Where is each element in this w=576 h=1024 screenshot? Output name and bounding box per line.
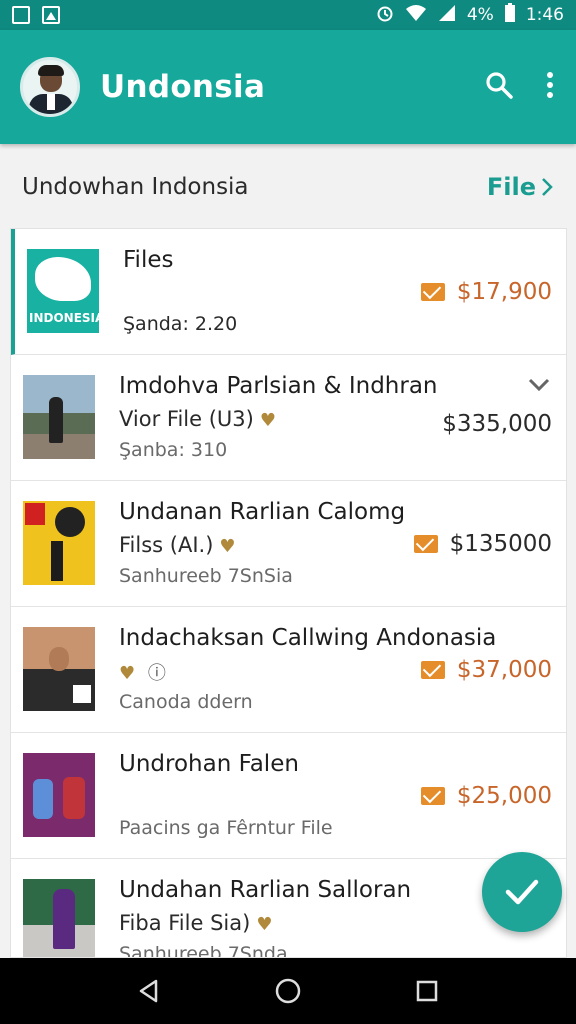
item-subtitle: Vior File (U3) ♥ xyxy=(119,407,276,431)
item-thumbnail xyxy=(23,879,95,957)
item-subtitle-text: Fiba File Sia) xyxy=(119,911,251,935)
notification-box-icon xyxy=(12,6,30,24)
list-item[interactable]: Undahan Rarlian Salloran Fiba File Sia) ♥… xyxy=(11,859,566,958)
more-vert-icon[interactable] xyxy=(544,70,556,104)
item-meta: Paacins ga Fêrntur File xyxy=(119,817,333,839)
alarm-icon xyxy=(375,3,395,28)
confirm-fab-button[interactable] xyxy=(482,852,562,932)
mail-icon xyxy=(420,661,445,679)
heart-icon: ♥ xyxy=(119,663,136,684)
item-price-value: $335,000 xyxy=(442,411,552,437)
app-title: Undonsia xyxy=(100,69,266,105)
app-bar: Undonsia xyxy=(0,30,576,144)
item-price: $135000 xyxy=(413,531,552,557)
item-meta: Şanda: 2.20 xyxy=(123,313,238,335)
item-meta: Şanba: 310 xyxy=(119,439,228,461)
item-price-value: $25,000 xyxy=(456,783,552,809)
item-subtitle: Fiba File Sia) ♥ xyxy=(119,911,272,935)
item-thumbnail xyxy=(23,753,95,837)
avatar[interactable] xyxy=(20,57,80,117)
item-price: $25,000 xyxy=(420,783,552,809)
battery-icon xyxy=(504,2,516,28)
recents-icon[interactable] xyxy=(407,971,447,1011)
item-title: Undahan Rarlian Salloran xyxy=(119,877,412,903)
item-subtitle-text: Filss (AI.) xyxy=(119,533,214,557)
mail-icon xyxy=(420,787,445,805)
battery-percent: 4% xyxy=(466,5,494,25)
item-meta: Sanhureeb 7Snda xyxy=(119,943,288,958)
item-meta: Canoda ddern xyxy=(119,691,253,713)
section-header: Undowhan Indonsia File xyxy=(0,152,576,222)
list-item[interactable]: Undrohan Falen Paacins ga Fêrntur File $… xyxy=(11,733,566,859)
search-icon[interactable] xyxy=(484,70,514,104)
list-item[interactable]: INDONESIA Files Şanda: 2.20 $17,900 xyxy=(11,229,566,355)
list-item[interactable]: Imdohva Parlsian & Indhran Vior File (U3… xyxy=(11,355,566,481)
status-bar: 4% 1:46 xyxy=(0,0,576,30)
item-meta: Sanhureeb 7SnSia xyxy=(119,565,293,587)
item-price: $17,900 xyxy=(420,279,552,305)
heart-icon: ♥ xyxy=(259,410,276,431)
item-title: Imdohva Parlsian & Indhran xyxy=(119,373,438,399)
check-icon xyxy=(505,879,539,905)
heart-icon: ♥ xyxy=(256,914,273,935)
chevron-right-icon xyxy=(542,178,553,196)
info-icon: ⓘ xyxy=(147,663,166,684)
list-item[interactable]: Undanan Rarlian Calomg Filss (AI.) ♥ Sanh… xyxy=(11,481,566,607)
item-subtitle: ♥ ⓘ xyxy=(119,659,166,685)
item-thumbnail: INDONESIA xyxy=(27,249,99,333)
item-price: $335,000 xyxy=(442,411,552,437)
item-title: Files xyxy=(123,247,174,273)
wifi-icon xyxy=(405,4,427,27)
heart-icon: ♥ xyxy=(219,536,236,557)
item-price-value: $37,000 xyxy=(456,657,552,683)
home-icon[interactable] xyxy=(268,971,308,1011)
item-subtitle: Filss (AI.) ♥ xyxy=(119,533,236,557)
list-item[interactable]: Indachaksan Callwing Andonasia ♥ ⓘ Canod… xyxy=(11,607,566,733)
navigation-bar xyxy=(0,958,576,1024)
mail-icon xyxy=(413,535,438,553)
item-subtitle-text: Vior File (U3) xyxy=(119,407,254,431)
back-icon[interactable] xyxy=(129,971,169,1011)
item-price-value: $135000 xyxy=(449,531,552,557)
section-title: Undowhan Indonsia xyxy=(22,174,249,200)
item-price: $37,000 xyxy=(420,657,552,683)
clock-time: 1:46 xyxy=(525,5,564,25)
chevron-down-icon[interactable] xyxy=(528,373,550,398)
image-icon xyxy=(42,6,60,24)
signal-icon xyxy=(437,4,457,27)
file-list: INDONESIA Files Şanda: 2.20 $17,900 Imdo… xyxy=(10,228,567,958)
item-title: Undanan Rarlian Calomg xyxy=(119,499,406,525)
file-link[interactable]: File xyxy=(487,173,554,201)
item-price-value: $17,900 xyxy=(456,279,552,305)
item-thumbnail xyxy=(23,627,95,711)
item-title: Indachaksan Callwing Andonasia xyxy=(119,625,497,651)
mail-icon xyxy=(420,283,445,301)
item-title: Undrohan Falen xyxy=(119,751,299,777)
item-thumbnail xyxy=(23,501,95,585)
thumbnail-logo-text: INDONESIA xyxy=(29,311,99,325)
item-thumbnail xyxy=(23,375,95,459)
file-link-label: File xyxy=(486,173,536,201)
